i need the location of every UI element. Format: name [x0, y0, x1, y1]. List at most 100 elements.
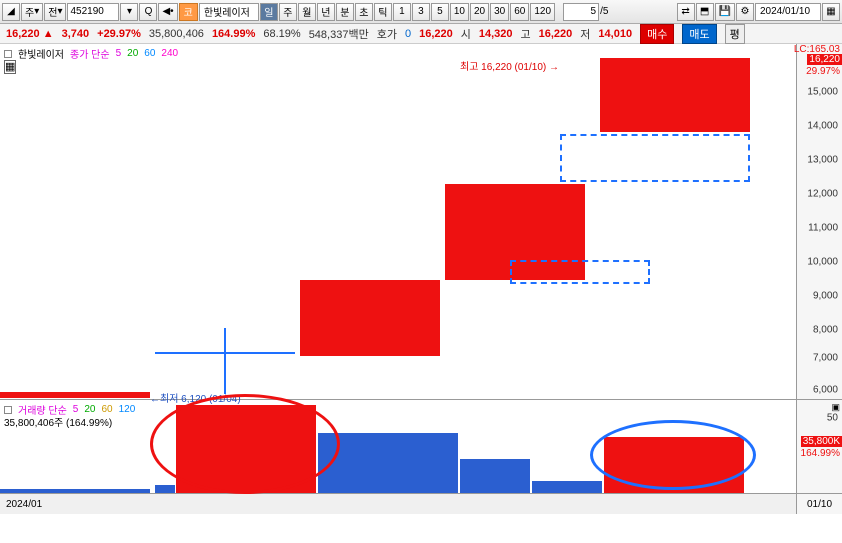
vtick-50000k: 50: [827, 413, 838, 424]
candle-0109-lower: [510, 260, 650, 284]
anno-high: 최고 16,220 (01/10) →: [460, 58, 559, 73]
price-tag: 16,220: [807, 54, 842, 65]
vbar-0104: [155, 485, 175, 493]
vbar-0108: [460, 459, 530, 493]
sell-button[interactable]: 매도: [682, 24, 716, 44]
num-120[interactable]: 120: [530, 3, 555, 21]
ytick-9000: 9,000: [813, 291, 838, 302]
num-10[interactable]: 10: [450, 3, 469, 21]
market-badge: 코: [179, 3, 198, 21]
price-pane[interactable]: 한빛레이저 종가 단순 5 20 60 240 ▦ 최고 16,220 (01/…: [0, 44, 796, 400]
go-label: 고: [521, 26, 531, 42]
grid-toggle-icon[interactable]: ▦: [4, 60, 16, 73]
ytick-7000: 7,000: [813, 353, 838, 364]
jeo-value: 14,010: [598, 28, 632, 40]
ma240: 240: [161, 48, 178, 59]
ytick-14000: 14,000: [807, 121, 838, 132]
ratio: 68.19%: [263, 28, 300, 40]
ytick-10000: 10,000: [807, 257, 838, 268]
calendar-icon[interactable]: ▦: [822, 3, 840, 21]
candle-0109-upper: [560, 134, 750, 182]
num-3[interactable]: 3: [412, 3, 430, 21]
vol-tag-sub: 164.99%: [801, 448, 840, 459]
hoga-value: 0: [405, 28, 411, 40]
page-input[interactable]: [563, 3, 599, 21]
search-dropdown-icon[interactable]: ▾: [120, 3, 138, 21]
candle-0103: [0, 392, 150, 398]
period-year[interactable]: 년: [317, 3, 335, 21]
price-legend: 한빛레이저 종가 단순 5 20 60 240: [4, 46, 178, 61]
current-price: 16,220 ▲: [6, 28, 54, 40]
legend-label: 종가 단순: [70, 46, 110, 61]
num-20[interactable]: 20: [470, 3, 489, 21]
dd-ju[interactable]: 주▾: [21, 3, 43, 21]
ytick-11000: 11,000: [808, 223, 838, 234]
num-1[interactable]: 1: [393, 3, 411, 21]
period-week[interactable]: 주: [279, 3, 297, 21]
vol-expand-icon[interactable]: ▣: [831, 402, 840, 413]
period-sec[interactable]: 초: [355, 3, 373, 21]
ytick-12000: 12,000: [807, 189, 838, 200]
amount: 548,337백만: [309, 26, 369, 42]
num-5[interactable]: 5: [431, 3, 449, 21]
hoga-label: 호가: [377, 26, 397, 42]
ytick-8000: 8,000: [813, 325, 838, 336]
num-60[interactable]: 60: [510, 3, 529, 21]
go-value: 16,220: [539, 28, 573, 40]
vbar-0103: [0, 489, 150, 493]
vbar-gap: [318, 433, 458, 493]
ma5: 5: [116, 48, 122, 59]
volume-pct: 164.99%: [212, 28, 255, 40]
vbar-0109: [532, 481, 602, 493]
vol-sub: 35,800,406주 (164.99%): [4, 414, 112, 429]
period-tick[interactable]: 틱: [374, 3, 392, 21]
si-label: 시: [461, 26, 471, 42]
settings-icon[interactable]: ⚙: [736, 3, 754, 21]
vbar-0110: [604, 437, 744, 493]
search-icon[interactable]: Q: [139, 3, 157, 21]
period-min[interactable]: 분: [336, 3, 354, 21]
candle-0105: [300, 280, 440, 356]
toolbar: ◢ 주▾ 전▾ ▾ Q ◀• 코 한빛레이저 일 주 월 년 분 초 틱 1 3…: [0, 0, 842, 24]
x-left: 2024/01: [6, 499, 42, 510]
y-axis: LC:165.03 16,220 29.97% 15,000 14,000 13…: [796, 44, 842, 514]
page-total: /5: [600, 6, 608, 17]
tool-chart-icon[interactable]: ⬒: [696, 3, 714, 21]
price-tag-sub: 29.97%: [806, 66, 840, 77]
ma20: 20: [127, 48, 138, 59]
ytick-15000: 15,000: [807, 87, 838, 98]
jeo-label: 저: [580, 26, 590, 42]
price-change: 3,740: [62, 28, 90, 40]
legend-name: 한빛레이저: [18, 46, 64, 61]
avg-button[interactable]: 평: [725, 24, 745, 44]
x-right: 01/10: [797, 494, 842, 514]
legend-box-icon: [4, 406, 12, 414]
info-bar: 16,220 ▲ 3,740 +29.97% 35,800,406 164.99…: [0, 24, 842, 44]
volume: 35,800,406: [149, 28, 204, 40]
stock-name: 한빛레이저: [199, 3, 259, 21]
save-icon[interactable]: 💾: [715, 3, 735, 21]
dd-jeon[interactable]: 전▾: [44, 3, 66, 21]
period-month[interactable]: 월: [298, 3, 316, 21]
ytick-6000: 6,000: [813, 385, 838, 396]
date-field[interactable]: 2024/01/10: [755, 3, 821, 21]
stock-code-input[interactable]: [67, 3, 119, 21]
vma120: 120: [119, 404, 136, 415]
chart-type-dropdown[interactable]: ◢: [2, 3, 20, 21]
cur2: 16,220: [419, 28, 453, 40]
chart-main: 한빛레이저 종가 단순 5 20 60 240 ▦ 최고 16,220 (01/…: [0, 44, 842, 514]
si-value: 14,320: [479, 28, 513, 40]
sound-icon[interactable]: ◀•: [158, 3, 177, 21]
chart-area[interactable]: 한빛레이저 종가 단순 5 20 60 240 ▦ 최고 16,220 (01/…: [0, 44, 796, 514]
num-30[interactable]: 30: [490, 3, 509, 21]
ma60: 60: [144, 48, 155, 59]
tool-link-icon[interactable]: ⇄: [677, 3, 695, 21]
legend-box-icon: [4, 50, 12, 58]
price-pct: +29.97%: [97, 28, 141, 40]
vol-tag: 35,800K: [801, 436, 842, 447]
x-axis: 2024/01: [0, 494, 796, 514]
volume-pane[interactable]: 거래량 단순 5 20 60 120 35,800,406주 (164.99%): [0, 400, 796, 494]
vbar-0105: [176, 405, 316, 493]
period-day[interactable]: 일: [260, 3, 278, 21]
buy-button[interactable]: 매수: [640, 24, 674, 44]
